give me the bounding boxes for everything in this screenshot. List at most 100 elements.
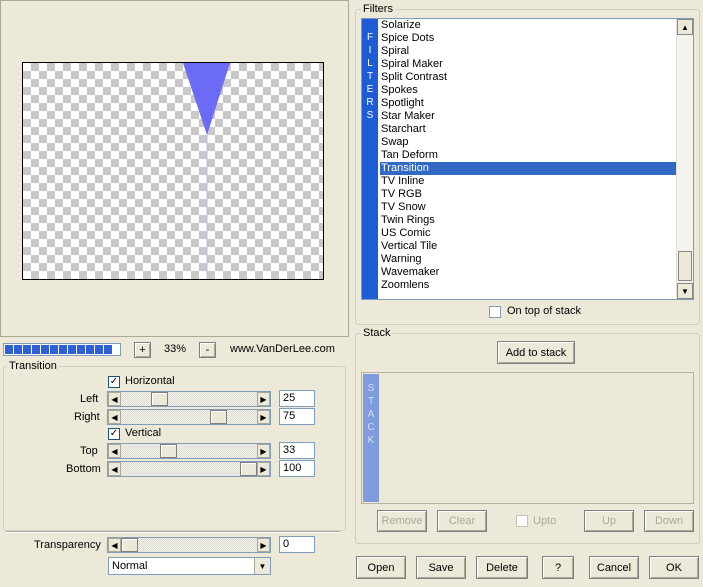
- remove-button[interactable]: Remove: [377, 510, 427, 532]
- transparency-slider[interactable]: ◀ ▶: [107, 537, 271, 553]
- down-button[interactable]: Down: [644, 510, 694, 532]
- progress-block: [50, 345, 58, 354]
- progress-block: [77, 345, 85, 354]
- filter-item[interactable]: Spokes: [380, 84, 676, 97]
- filter-item[interactable]: Spotlight: [380, 97, 676, 110]
- slider-right-arrow-icon[interactable]: ▶: [257, 462, 270, 476]
- slider-right-arrow-icon[interactable]: ▶: [257, 410, 270, 424]
- filters-listbox[interactable]: FILTERS Solarize Spice Dots Spiral Spiral M…: [361, 18, 694, 300]
- slider-right-arrow-icon[interactable]: ▶: [257, 538, 270, 552]
- progress-bar: [3, 343, 121, 356]
- add-to-stack-button[interactable]: Add to stack: [497, 341, 575, 364]
- upto-checkbox[interactable]: [516, 515, 528, 527]
- filter-item[interactable]: Swap: [380, 136, 676, 149]
- filter-item[interactable]: Zoomlens: [380, 279, 676, 292]
- progress-block: [5, 345, 13, 354]
- blend-mode-value: Normal: [112, 560, 148, 572]
- ok-button[interactable]: OK: [649, 556, 699, 579]
- vertical-checkbox[interactable]: ✓: [108, 428, 120, 440]
- progress-block: [23, 345, 31, 354]
- slider-left-arrow-icon[interactable]: ◀: [108, 462, 121, 476]
- horizontal-checkbox[interactable]: ✓: [108, 376, 120, 388]
- filter-item[interactable]: Twin Rings: [380, 214, 676, 227]
- filter-item[interactable]: Vertical Tile: [380, 240, 676, 253]
- bottom-slider[interactable]: ◀ ▶: [107, 461, 271, 477]
- stack-band: STACK: [363, 374, 379, 502]
- slider-thumb[interactable]: [121, 538, 138, 552]
- stack-listbox[interactable]: STACK: [361, 372, 694, 504]
- filter-item[interactable]: Transition: [380, 162, 676, 175]
- filter-item[interactable]: Warning: [380, 253, 676, 266]
- help-button[interactable]: ?: [542, 556, 574, 579]
- chevron-down-icon[interactable]: ▼: [254, 558, 270, 574]
- left-value-field[interactable]: 25: [279, 390, 315, 407]
- bottom-value-field[interactable]: 100: [279, 460, 315, 477]
- right-slider[interactable]: ◀ ▶: [107, 409, 271, 425]
- filter-list[interactable]: Solarize Spice Dots Spiral Spiral Maker Spli…: [380, 19, 676, 299]
- zoom-out-button[interactable]: -: [199, 342, 216, 358]
- filters-band: FILTERS: [362, 19, 378, 299]
- filters-band-letter: S: [366, 110, 374, 121]
- transition-group-title: Transition: [7, 360, 59, 372]
- stack-group-title: Stack: [361, 327, 393, 339]
- slider-thumb[interactable]: [240, 462, 257, 476]
- right-value-field[interactable]: 75: [279, 408, 315, 425]
- transparency-label: Transparency: [34, 539, 101, 551]
- filter-item[interactable]: Spiral Maker: [380, 58, 676, 71]
- filter-item[interactable]: TV Inline: [380, 175, 676, 188]
- slider-right-arrow-icon[interactable]: ▶: [257, 444, 270, 458]
- slider-thumb[interactable]: [151, 392, 168, 406]
- filters-group-title: Filters: [361, 3, 395, 15]
- cancel-button[interactable]: Cancel: [589, 556, 639, 579]
- delete-button[interactable]: Delete: [476, 556, 528, 579]
- filter-item[interactable]: TV RGB: [380, 188, 676, 201]
- filter-item[interactable]: Spiral: [380, 45, 676, 58]
- slider-thumb[interactable]: [160, 444, 177, 458]
- scroll-down-icon[interactable]: ▼: [677, 283, 693, 299]
- stack-band-letter: A: [367, 409, 375, 420]
- upto-label: Upto: [533, 515, 557, 527]
- filter-item[interactable]: Starchart: [380, 123, 676, 136]
- filter-item[interactable]: TV Snow: [380, 201, 676, 214]
- check-icon: ✓: [109, 428, 119, 439]
- filter-item[interactable]: Star Maker: [380, 110, 676, 123]
- filter-item[interactable]: Split Contrast: [380, 71, 676, 84]
- vanderlee-link[interactable]: www.VanDerLee.com: [230, 343, 335, 355]
- filter-scrollbar[interactable]: ▲ ▼: [676, 19, 693, 299]
- transparency-value-field[interactable]: 0: [279, 536, 315, 553]
- scroll-up-icon[interactable]: ▲: [677, 19, 693, 35]
- filter-item[interactable]: US Comic: [380, 227, 676, 240]
- blend-mode-select[interactable]: Normal ▼: [108, 557, 271, 575]
- stack-band-letter: K: [367, 435, 375, 446]
- filter-item[interactable]: Tan Deform: [380, 149, 676, 162]
- left-label: Left: [80, 393, 99, 405]
- filter-item[interactable]: Spice Dots: [380, 32, 676, 45]
- clear-button[interactable]: Clear: [437, 510, 487, 532]
- divider: [6, 531, 340, 533]
- preview-canvas[interactable]: [22, 62, 324, 280]
- up-button[interactable]: Up: [584, 510, 634, 532]
- zoom-in-button[interactable]: +: [134, 342, 151, 358]
- slider-left-arrow-icon[interactable]: ◀: [108, 538, 121, 552]
- slider-thumb[interactable]: [210, 410, 227, 424]
- save-button[interactable]: Save: [416, 556, 466, 579]
- open-button[interactable]: Open: [356, 556, 406, 579]
- progress-block: [68, 345, 76, 354]
- right-label: Right: [74, 411, 100, 423]
- slider-right-arrow-icon[interactable]: ▶: [257, 392, 270, 406]
- left-slider[interactable]: ◀ ▶: [107, 391, 271, 407]
- top-slider[interactable]: ◀ ▶: [107, 443, 271, 459]
- stack-band-letter: T: [367, 396, 375, 407]
- progress-block: [86, 345, 94, 354]
- scroll-thumb[interactable]: [678, 251, 692, 281]
- top-value-field[interactable]: 33: [279, 442, 315, 459]
- filter-item[interactable]: Wavemaker: [380, 266, 676, 279]
- slider-left-arrow-icon[interactable]: ◀: [108, 444, 121, 458]
- filter-item[interactable]: Solarize: [380, 19, 676, 32]
- slider-left-arrow-icon[interactable]: ◀: [108, 392, 121, 406]
- on-top-checkbox[interactable]: [489, 306, 501, 318]
- progress-block: [32, 345, 40, 354]
- stack-band-letter: S: [367, 383, 375, 394]
- slider-left-arrow-icon[interactable]: ◀: [108, 410, 121, 424]
- filters-band-letter: T: [366, 71, 374, 82]
